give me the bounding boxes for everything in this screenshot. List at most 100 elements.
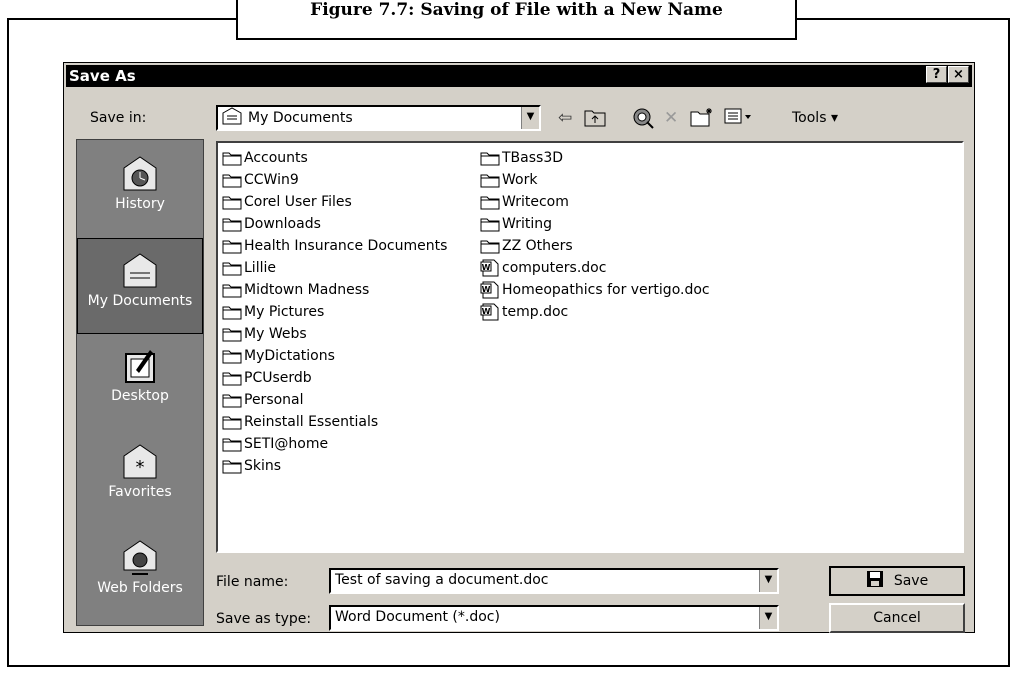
folder-icon xyxy=(480,196,500,210)
file-list-item[interactable]: Writecom xyxy=(480,191,710,213)
file-item-label: Corel User Files xyxy=(244,194,352,210)
place-label: Favorites xyxy=(108,484,172,500)
close-button[interactable]: × xyxy=(948,66,969,83)
folder-icon xyxy=(222,262,242,276)
chevron-down-icon[interactable]: ▼ xyxy=(759,607,777,629)
file-list-item[interactable]: My Pictures xyxy=(222,301,447,323)
up-folder-icon[interactable] xyxy=(584,107,606,133)
my-documents-icon xyxy=(123,253,157,288)
file-list-item[interactable]: CCWin9 xyxy=(222,169,447,191)
file-list-item[interactable]: Health Insurance Documents xyxy=(222,235,447,257)
dialog-title: Save As xyxy=(69,67,136,85)
folder-icon xyxy=(222,152,242,166)
tools-menu[interactable]: Tools ▾ xyxy=(792,109,838,127)
save-button[interactable]: Save xyxy=(829,566,965,596)
file-item-label: Work xyxy=(502,172,538,188)
save-in-dropdown[interactable]: My Documents ▼ xyxy=(216,105,541,131)
file-list-item[interactable]: Midtown Madness xyxy=(222,279,447,301)
folder-icon xyxy=(480,174,500,188)
file-item-label: My Webs xyxy=(244,326,307,342)
file-list-item[interactable]: Wcomputers.doc xyxy=(480,257,710,279)
place-label: History xyxy=(115,196,165,212)
place-label: My Documents xyxy=(87,293,193,309)
file-column-2: TBass3D Work Writecom Writing ZZ Others Wcomp… xyxy=(480,147,710,323)
search-web-svg xyxy=(633,108,654,129)
folder-icon xyxy=(480,152,500,166)
place-desktop[interactable]: Desktop xyxy=(77,334,203,430)
my-documents-small-icon xyxy=(222,107,242,125)
folder-icon xyxy=(480,240,500,254)
folder-icon xyxy=(222,284,242,298)
file-list[interactable]: Accounts CCWin9 Corel User Files Downloads H… xyxy=(216,141,964,553)
file-list-item[interactable]: MyDictations xyxy=(222,345,447,367)
cancel-button-label: Cancel xyxy=(873,610,921,626)
favorites-icon: * xyxy=(123,444,157,479)
file-item-label: Skins xyxy=(244,458,282,474)
file-item-label: SETI@home xyxy=(244,436,329,452)
file-item-label: TBass3D xyxy=(502,150,564,166)
file-list-item[interactable]: Personal xyxy=(222,389,447,411)
search-web-icon[interactable] xyxy=(632,107,654,135)
cancel-button[interactable]: Cancel xyxy=(829,603,965,633)
web-folders-icon xyxy=(123,540,157,575)
file-item-label: Lillie xyxy=(244,260,276,276)
file-list-item[interactable]: ZZ Others xyxy=(480,235,710,257)
file-list-item[interactable]: Lillie xyxy=(222,257,447,279)
floppy-disk-icon xyxy=(866,571,883,587)
file-list-item[interactable]: My Webs xyxy=(222,323,447,345)
history-icon xyxy=(123,156,157,191)
chevron-down-icon[interactable]: ▼ xyxy=(759,570,777,592)
place-favorites[interactable]: * Favorites xyxy=(77,430,203,526)
save-type-dropdown[interactable]: Word Document (*.doc) ▼ xyxy=(329,605,779,631)
svg-text:W: W xyxy=(482,263,491,272)
file-list-item[interactable]: W Homeopathics for vertigo.doc xyxy=(480,279,710,301)
word-document-icon: W xyxy=(480,259,499,277)
file-list-item[interactable]: PCUserdb xyxy=(222,367,447,389)
help-button[interactable]: ? xyxy=(926,66,947,83)
file-item-label: Midtown Madness xyxy=(244,282,370,298)
up-folder-svg xyxy=(584,110,606,127)
file-item-label: Reinstall Essentials xyxy=(244,414,379,430)
folder-icon xyxy=(222,328,242,342)
desktop-icon xyxy=(125,350,155,383)
file-item-label: Personal xyxy=(244,392,304,408)
new-folder-icon[interactable] xyxy=(690,107,714,133)
file-list-item[interactable]: Corel User Files xyxy=(222,191,447,213)
back-arrow-icon[interactable]: ⇦ xyxy=(558,107,572,129)
folder-icon xyxy=(222,460,242,474)
folder-icon xyxy=(222,174,242,188)
file-list-item[interactable]: Work xyxy=(480,169,710,191)
file-list-item[interactable]: Skins xyxy=(222,455,447,477)
save-in-label: Save in: xyxy=(90,110,147,126)
save-type-label: Save as type: xyxy=(216,611,312,627)
place-history[interactable]: History xyxy=(77,142,203,238)
save-type-value: Word Document (*.doc) xyxy=(335,609,500,625)
word-document-icon: W xyxy=(480,281,499,299)
file-list-item[interactable]: Downloads xyxy=(222,213,447,235)
views-icon[interactable] xyxy=(724,107,754,131)
place-web-folders[interactable]: Web Folders xyxy=(77,526,203,622)
folder-icon xyxy=(222,394,242,408)
figure-caption: Figure 7.7: Saving of File with a New Na… xyxy=(236,0,797,40)
file-list-item[interactable]: Reinstall Essentials xyxy=(222,411,447,433)
file-name-input[interactable]: Test of saving a document.doc ▼ xyxy=(329,568,779,594)
svg-text:*: * xyxy=(136,457,145,478)
file-item-label: CCWin9 xyxy=(244,172,299,188)
file-item-label: temp.doc xyxy=(502,304,569,320)
delete-icon[interactable]: ✕ xyxy=(664,107,678,129)
save-button-label: Save xyxy=(893,573,929,589)
file-list-item[interactable]: TBass3D xyxy=(480,147,710,169)
file-item-label: PCUserdb xyxy=(244,370,312,386)
places-bar: History My Documents Desktop * Favorites xyxy=(76,139,204,626)
chevron-down-icon[interactable]: ▼ xyxy=(521,107,539,129)
save-as-dialog: Save As ? × Save in: My Documents ▼ ⇦ ✕ … xyxy=(63,62,975,633)
title-bar[interactable]: Save As xyxy=(66,65,972,87)
place-label: Desktop xyxy=(111,388,169,404)
file-list-item[interactable]: Wtemp.doc xyxy=(480,301,710,323)
file-list-item[interactable]: Writing xyxy=(480,213,710,235)
place-my-documents[interactable]: My Documents xyxy=(77,238,203,334)
file-list-item[interactable]: SETI@home xyxy=(222,433,447,455)
folder-icon xyxy=(222,350,242,364)
file-list-item[interactable]: Accounts xyxy=(222,147,447,169)
file-item-label: ZZ Others xyxy=(502,238,573,254)
